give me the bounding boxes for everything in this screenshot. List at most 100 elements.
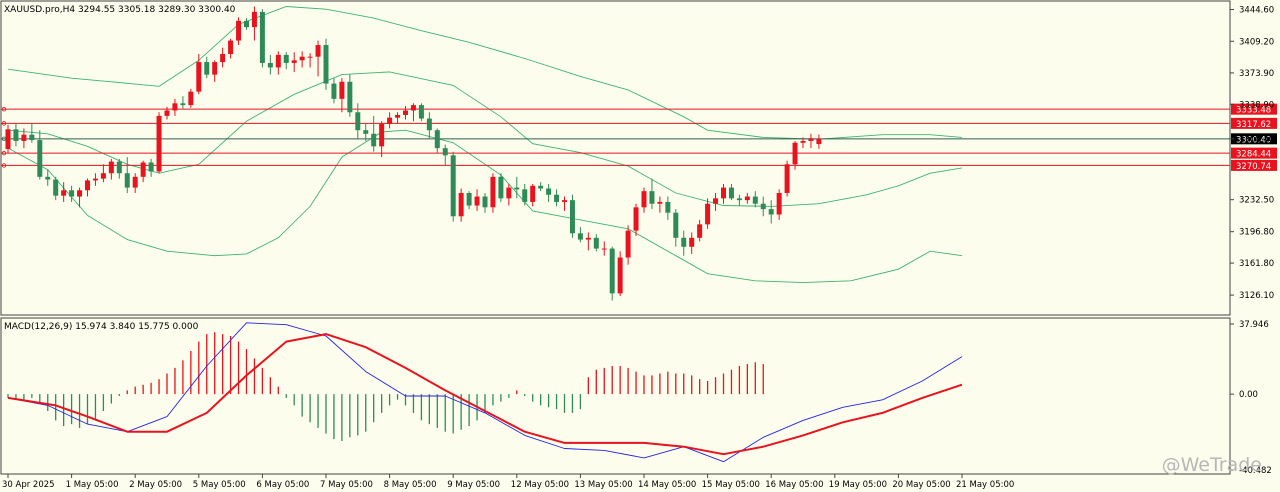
candle: [784, 160, 790, 197]
candle-body: [212, 62, 218, 75]
time-tick-label: 7 May 05:00: [320, 480, 373, 490]
level-price-label: 3284.44: [1236, 150, 1271, 160]
price-tick-label: 3232.50: [1239, 196, 1274, 206]
candle-body: [363, 130, 369, 134]
candle-body: [323, 45, 329, 84]
candle-body: [649, 191, 655, 204]
candle: [490, 173, 496, 213]
candle: [617, 251, 623, 297]
candle-body: [116, 161, 122, 174]
candle-body: [53, 179, 59, 196]
candle-body: [37, 140, 43, 177]
candle-body: [395, 114, 401, 118]
candle-body: [315, 45, 321, 57]
candle-body: [108, 161, 114, 174]
candle-body: [69, 190, 75, 197]
candle-body: [609, 248, 615, 294]
candle-body: [283, 54, 289, 63]
candle-body: [657, 201, 663, 204]
candle-body: [299, 56, 305, 61]
time-tick-label: 16 May 05:00: [765, 480, 823, 490]
candle-body: [641, 191, 647, 208]
candle-body: [387, 117, 393, 124]
time-tick-label: 6 May 05:00: [256, 480, 309, 490]
candle: [609, 246, 615, 301]
candle-body: [403, 110, 408, 115]
candle-body: [760, 203, 766, 210]
candle-body: [148, 162, 154, 172]
candle-body: [442, 148, 448, 156]
candle-body: [792, 142, 798, 165]
candle-body: [196, 62, 202, 92]
price-panel-frame: [0, 0, 1231, 316]
candle: [450, 151, 456, 222]
time-tick-label: 2 May 05:00: [129, 480, 182, 490]
candle-body: [689, 237, 695, 247]
candle: [156, 112, 162, 174]
price-tick-label: 3161.80: [1239, 259, 1274, 269]
candle-body: [251, 11, 257, 28]
candle-body: [164, 110, 170, 116]
candle-body: [450, 155, 456, 217]
time-tick-label: 9 May 05:00: [447, 480, 500, 490]
candle-body: [768, 209, 774, 215]
candle-body: [736, 198, 742, 201]
price-tick-label: 3196.80: [1239, 228, 1274, 238]
candle: [188, 88, 194, 108]
candle-body: [474, 196, 480, 206]
candle-body: [188, 91, 194, 106]
price-tick-label: 3338.90: [1239, 100, 1274, 110]
candle-body: [776, 192, 782, 215]
macd-tick-label: 0.00: [1239, 390, 1258, 400]
candle-body: [140, 162, 146, 177]
time-tick-label: 1 May 05:00: [66, 480, 119, 490]
candle-body: [681, 237, 687, 247]
watermark: @WeTrade: [1161, 454, 1262, 476]
candle-body: [498, 176, 504, 199]
candle-body: [784, 164, 790, 193]
candle-body: [267, 62, 273, 68]
time-tick-label: 14 May 05:00: [638, 480, 696, 490]
candle-body: [752, 196, 758, 204]
candle-body: [593, 237, 599, 249]
candle-body: [705, 203, 711, 225]
candle-body: [29, 134, 35, 141]
macd-tick-label: 37.946: [1239, 320, 1269, 330]
candle: [498, 173, 504, 202]
price-tick-label: 3409.20: [1239, 37, 1274, 47]
candle-body: [458, 192, 464, 217]
price-tick-label: 3444.60: [1239, 6, 1274, 16]
candle-body: [482, 196, 488, 208]
time-tick-label: 19 May 05:00: [829, 480, 887, 490]
time-tick-label: 13 May 05:00: [574, 480, 632, 490]
candle-body: [697, 224, 703, 238]
time-tick-label: 12 May 05:00: [511, 480, 569, 490]
trading-chart: 3333.483317.623300.403284.443270.74 3444…: [0, 0, 1280, 492]
price-tick-label: 3300.40: [1239, 135, 1274, 145]
candle-body: [721, 187, 726, 199]
time-tick-label: 20 May 05:00: [892, 480, 950, 490]
time-tick-label: 21 May 05:00: [956, 480, 1014, 490]
candle-body: [100, 173, 106, 179]
macd-panel: 37.9460.00-40.482 MACD(12,26,9) 15.974 3…: [0, 317, 1272, 476]
candle-body: [347, 81, 353, 113]
candle-body: [379, 123, 385, 147]
candle-body: [673, 212, 679, 238]
candle-body: [744, 196, 750, 201]
candle-body: [5, 129, 11, 150]
candle-body: [220, 54, 226, 63]
candle-body: [617, 257, 623, 294]
candle: [323, 38, 329, 90]
candle-body: [244, 20, 249, 28]
candle-body: [172, 103, 178, 111]
candle-body: [355, 112, 361, 131]
candle-body: [259, 11, 265, 63]
macd-title: MACD(12,26,9) 15.974 3.840 15.775 0.000: [4, 322, 199, 332]
candle-body: [92, 178, 98, 181]
candle-body: [426, 118, 432, 131]
candle-body: [204, 62, 210, 75]
candle-body: [291, 60, 297, 63]
candle-body: [180, 103, 186, 106]
candle-body: [466, 192, 472, 206]
candle-body: [713, 198, 719, 204]
